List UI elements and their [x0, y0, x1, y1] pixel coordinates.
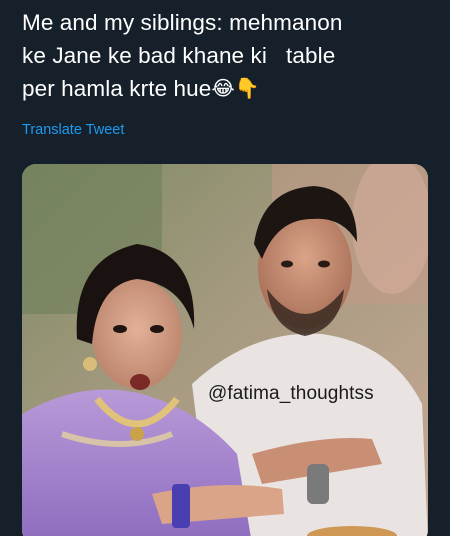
translate-tweet-link[interactable]: Translate Tweet [22, 122, 124, 138]
tweet-text-line-2: ke Jane ke bad khane ki table [22, 43, 336, 68]
media-watermark: @fatima_thoughtss [208, 383, 374, 404]
media-photo [22, 164, 428, 536]
tweet-text: Me and my siblings: mehmanon ke Jane ke … [22, 6, 442, 105]
tweet-text-line-3: per hamla krte hue [22, 76, 212, 101]
pointing-down-emoji-icon: 👇 [234, 76, 260, 100]
tweet-page: Me and my siblings: mehmanon ke Jane ke … [0, 0, 450, 536]
tweet-text-line-1: Me and my siblings: mehmanon [22, 10, 343, 35]
tweet-media-image[interactable]: @fatima_thoughtss [22, 164, 428, 536]
laughing-tears-emoji-icon: 😂 [211, 76, 235, 100]
